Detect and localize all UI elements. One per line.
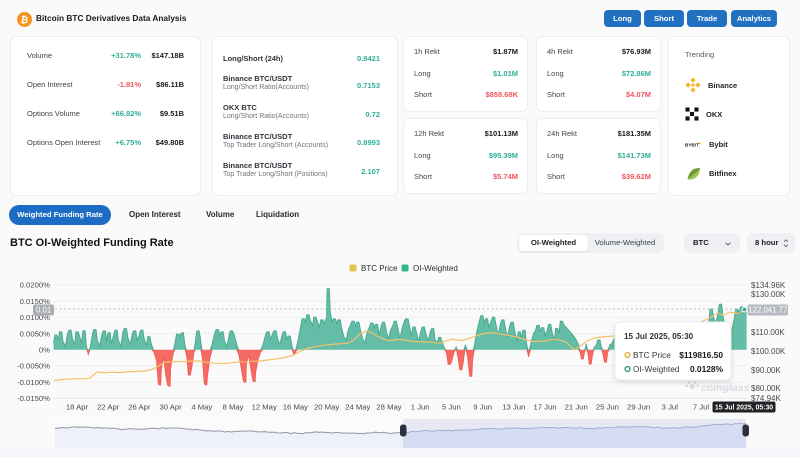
- svg-text:7 Jul: 7 Jul: [693, 403, 710, 412]
- svg-text:21 Jun: 21 Jun: [565, 403, 588, 412]
- svg-text:$130.00K: $130.00K: [751, 290, 786, 299]
- svg-text:coinglass: coinglass: [701, 382, 750, 394]
- svg-text:30 Apr: 30 Apr: [159, 403, 182, 412]
- svg-text:0.0200%: 0.0200%: [20, 281, 51, 290]
- svg-text:0%: 0%: [39, 346, 50, 355]
- svg-text:26 Apr: 26 Apr: [128, 403, 151, 412]
- svg-text:BTC Price: BTC Price: [633, 350, 671, 360]
- svg-text:-0.0100%: -0.0100%: [17, 378, 50, 387]
- svg-text:13 Jun: 13 Jun: [502, 403, 525, 412]
- svg-text:-0.0150%: -0.0150%: [17, 394, 50, 403]
- svg-text:-0.0050%: -0.0050%: [17, 362, 50, 371]
- svg-text:$80.00K: $80.00K: [751, 384, 781, 393]
- svg-text:122,041.77: 122,041.77: [748, 305, 787, 314]
- svg-text:15 Jul 2025, 05:30: 15 Jul 2025, 05:30: [624, 332, 694, 341]
- svg-text:22 Apr: 22 Apr: [97, 403, 120, 412]
- svg-text:1 Jun: 1 Jun: [411, 403, 430, 412]
- svg-text:0.01: 0.01: [36, 305, 51, 314]
- svg-text:12 May: 12 May: [252, 403, 277, 412]
- svg-text:25 Jun: 25 Jun: [596, 403, 619, 412]
- svg-text:4 May: 4 May: [191, 403, 212, 412]
- svg-text:16 May: 16 May: [283, 403, 308, 412]
- svg-text:$134.96K: $134.96K: [751, 281, 786, 290]
- svg-text:$90.00K: $90.00K: [751, 366, 781, 375]
- svg-text:28 May: 28 May: [376, 403, 401, 412]
- svg-text:17 Jun: 17 Jun: [533, 403, 556, 412]
- svg-text:24 May: 24 May: [345, 403, 370, 412]
- svg-text:8 May: 8 May: [223, 403, 244, 412]
- svg-text:3 Jul: 3 Jul: [662, 403, 679, 412]
- svg-text:18 Apr: 18 Apr: [66, 403, 89, 412]
- svg-text:$119816.50: $119816.50: [679, 350, 723, 360]
- svg-text:29 Jun: 29 Jun: [627, 403, 650, 412]
- svg-text:0.0050%: 0.0050%: [20, 329, 51, 338]
- svg-text:0.0128%: 0.0128%: [690, 364, 724, 374]
- svg-text:$110.00K: $110.00K: [751, 328, 785, 337]
- svg-text:OI-Weighted: OI-Weighted: [633, 364, 680, 374]
- svg-text:5 Jun: 5 Jun: [442, 403, 461, 412]
- svg-text:9 Jun: 9 Jun: [473, 403, 492, 412]
- svg-text:BTC Price: BTC Price: [361, 264, 398, 273]
- svg-text:20 May: 20 May: [314, 403, 339, 412]
- svg-text:OI-Weighted: OI-Weighted: [413, 264, 458, 273]
- svg-text:$100.00K: $100.00K: [751, 347, 786, 356]
- svg-text:15 Jul 2025, 05:30: 15 Jul 2025, 05:30: [715, 405, 773, 412]
